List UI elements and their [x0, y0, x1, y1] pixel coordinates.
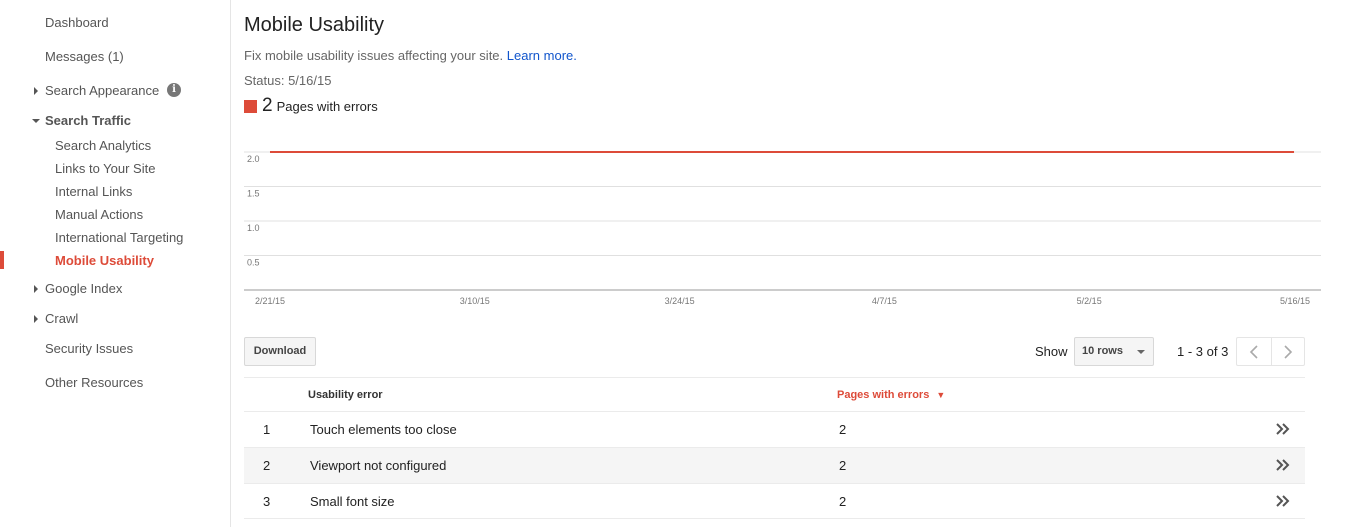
- x-tick-label: 5/2/15: [1077, 296, 1102, 306]
- expand-arrow-icon: [34, 87, 38, 95]
- table-row[interactable]: 2 Viewport not configured 2: [244, 447, 1305, 483]
- row-details-button[interactable]: [1276, 495, 1290, 507]
- legend-swatch: [244, 99, 257, 113]
- nav-search-appearance-label: Search Appearance: [45, 83, 160, 98]
- active-indicator: [0, 251, 4, 269]
- y-tick-label: 1.0: [247, 223, 260, 233]
- chevron-left-icon: [1249, 344, 1258, 359]
- double-chevron-right-icon: [1276, 495, 1290, 507]
- nav-search-analytics[interactable]: Search Analytics: [55, 138, 151, 153]
- show-label: Show: [1035, 344, 1068, 359]
- nav-crawl[interactable]: Crawl: [34, 311, 79, 326]
- pagination-controls: [1236, 337, 1305, 366]
- row-number: 2: [263, 458, 271, 473]
- page-description: Fix mobile usability issues affecting yo…: [244, 48, 577, 63]
- caret-down-icon: [1137, 350, 1145, 354]
- table-header-row: Usability error Pages with errors ▼: [244, 377, 1305, 411]
- nav-internal-links[interactable]: Internal Links: [55, 184, 132, 199]
- y-tick-label: 1.5: [247, 189, 260, 199]
- nav-security-issues[interactable]: Security Issues: [45, 341, 133, 356]
- nav-search-traffic[interactable]: Search Traffic: [32, 113, 131, 128]
- row-details-button[interactable]: [1276, 423, 1290, 435]
- column-header-pages-with-errors[interactable]: Pages with errors ▼: [837, 378, 945, 412]
- nav-manual-actions[interactable]: Manual Actions: [55, 207, 143, 222]
- nav-search-traffic-label: Search Traffic: [45, 113, 131, 128]
- nav-mobile-usability[interactable]: Mobile Usability: [55, 253, 154, 268]
- column-header-usability-error[interactable]: Usability error: [308, 378, 383, 412]
- sidebar: Dashboard Messages (1) Search Appearance…: [0, 0, 231, 527]
- learn-more-link[interactable]: Learn more.: [507, 48, 577, 63]
- errors-chart: 2.0 1.5 1.0 0.5 2/21/15 3/10/15 3/24/15 4/7/15 5…: [244, 151, 1321, 306]
- rows-per-page-select[interactable]: 10 rows: [1074, 337, 1154, 366]
- row-details-button[interactable]: [1276, 459, 1290, 471]
- row-number: 3: [263, 494, 271, 509]
- sort-descending-icon: ▼: [936, 390, 946, 400]
- nav-google-index-label: Google Index: [45, 281, 123, 296]
- expand-arrow-icon: [34, 315, 38, 323]
- double-chevron-right-icon: [1276, 459, 1290, 471]
- usability-errors-table: Usability error Pages with errors ▼ 1 To…: [244, 377, 1305, 519]
- x-tick-label: 4/7/15: [872, 296, 897, 306]
- row-usability-error: Viewport not configured: [310, 458, 447, 473]
- row-pages-count: 2: [839, 422, 847, 437]
- legend-count: 2: [262, 95, 273, 116]
- nav-international-targeting[interactable]: International Targeting: [55, 230, 183, 245]
- collapse-arrow-icon: [32, 119, 40, 123]
- column-header-pages-label: Pages with errors: [837, 389, 930, 401]
- page-description-text: Fix mobile usability issues affecting yo…: [244, 48, 504, 63]
- nav-search-appearance[interactable]: Search Appearance: [34, 83, 160, 98]
- table-row[interactable]: 3 Small font size 2: [244, 483, 1305, 519]
- status-text: Status: 5/16/15: [244, 73, 332, 88]
- row-usability-error: Touch elements too close: [310, 422, 457, 437]
- pagination-range: 1 - 3 of 3: [1177, 344, 1229, 359]
- info-icon[interactable]: i: [167, 83, 181, 97]
- rows-per-page-value: 10 rows: [1082, 345, 1123, 357]
- x-tick-label: 5/16/15: [1280, 296, 1310, 306]
- nav-links-to-your-site[interactable]: Links to Your Site: [55, 161, 155, 176]
- previous-page-button[interactable]: [1237, 338, 1271, 365]
- x-tick-label: 3/10/15: [460, 296, 490, 306]
- page-title: Mobile Usability: [244, 14, 385, 36]
- nav-crawl-label: Crawl: [45, 311, 79, 326]
- chart-legend[interactable]: 2 Pages with errors: [244, 95, 378, 117]
- nav-google-index[interactable]: Google Index: [34, 281, 123, 296]
- main-content: Mobile Usability Fix mobile usability is…: [244, 0, 1334, 527]
- next-page-button[interactable]: [1270, 338, 1305, 365]
- y-tick-label: 0.5: [247, 258, 260, 268]
- legend-label: Pages with errors: [276, 98, 378, 114]
- double-chevron-right-icon: [1276, 423, 1290, 435]
- table-row[interactable]: 1 Touch elements too close 2: [244, 411, 1305, 447]
- y-tick-label: 2.0: [247, 154, 260, 164]
- expand-arrow-icon: [34, 285, 38, 293]
- row-usability-error: Small font size: [310, 494, 395, 509]
- download-button[interactable]: Download: [244, 337, 316, 366]
- row-pages-count: 2: [839, 494, 847, 509]
- x-tick-label: 2/21/15: [255, 296, 285, 306]
- chevron-right-icon: [1284, 344, 1292, 359]
- nav-messages[interactable]: Messages (1): [45, 49, 124, 64]
- nav-other-resources[interactable]: Other Resources: [45, 375, 143, 390]
- x-tick-label: 3/24/15: [665, 296, 695, 306]
- nav-dashboard[interactable]: Dashboard: [45, 15, 109, 30]
- row-pages-count: 2: [839, 458, 847, 473]
- row-number: 1: [263, 422, 271, 437]
